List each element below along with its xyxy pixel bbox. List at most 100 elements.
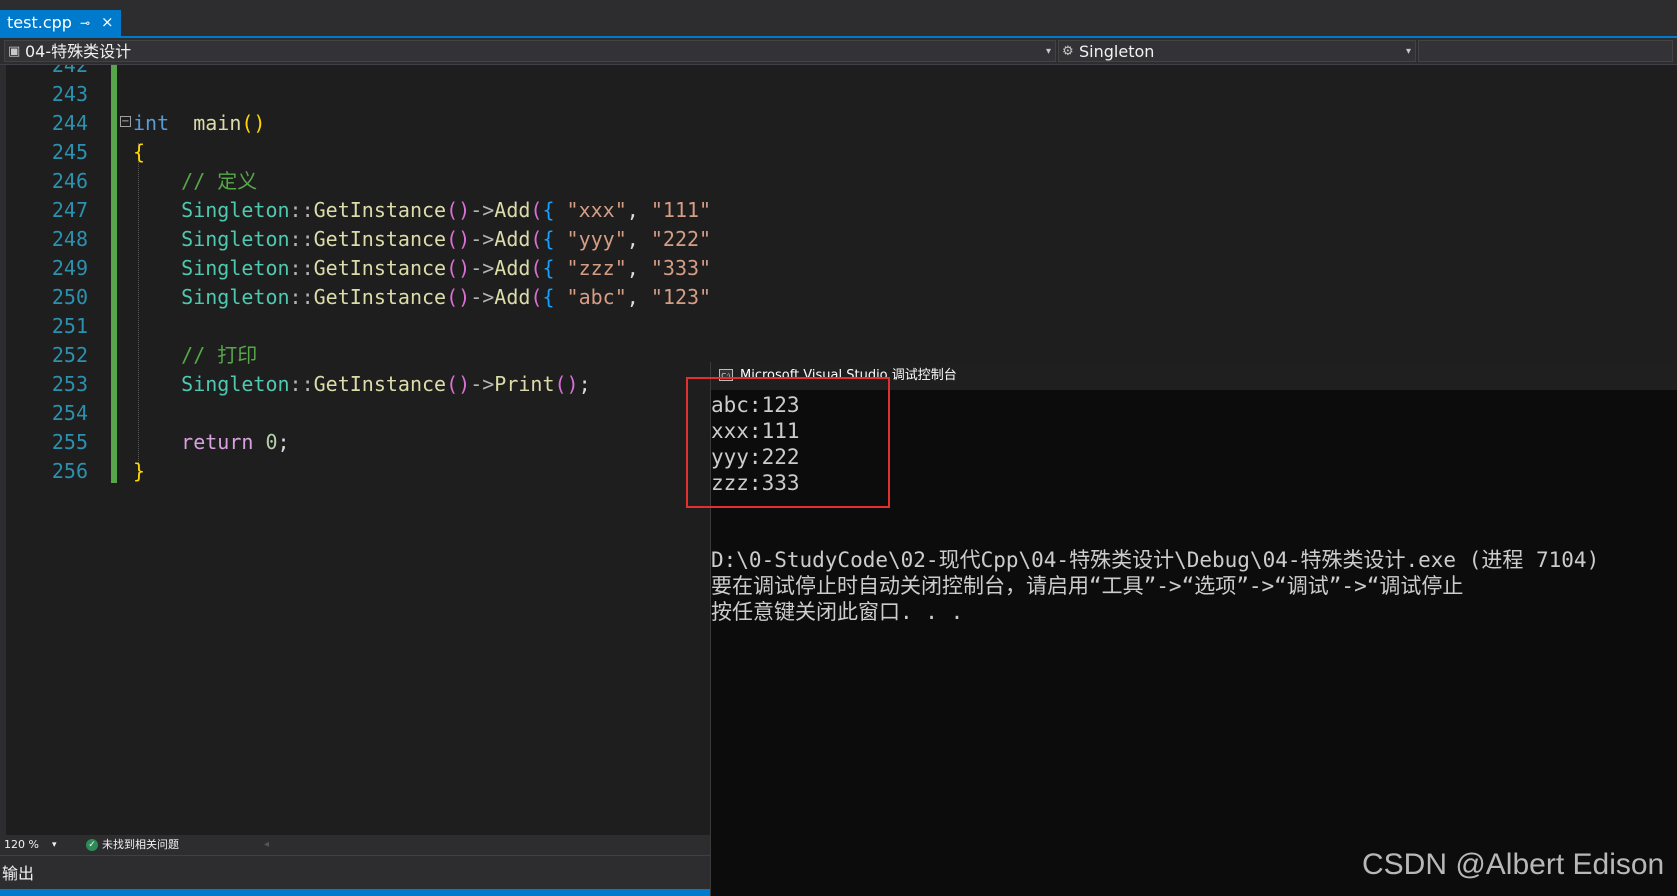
code-token: main <box>193 111 242 135</box>
line-number: 254 <box>51 401 88 425</box>
pin-icon[interactable]: ⊸ <box>80 10 90 36</box>
code-line[interactable]: } <box>133 457 145 486</box>
code-token: "222" <box>650 227 710 251</box>
code-token: Add <box>494 285 531 309</box>
code-line[interactable]: int main() <box>133 109 265 138</box>
member-dropdown[interactable] <box>1418 40 1673 62</box>
code-token: ( <box>530 256 543 280</box>
close-icon[interactable]: × <box>101 9 114 35</box>
check-circle-icon: ✓ <box>86 839 98 851</box>
code-token: () <box>446 227 471 251</box>
code-token: Singleton <box>181 198 290 222</box>
code-token: // 定义 <box>133 169 258 193</box>
code-token: :: <box>289 227 314 251</box>
line-number: 250 <box>51 285 88 309</box>
code-token: , <box>626 256 651 280</box>
line-number: 252 <box>51 343 88 367</box>
line-number: 255 <box>51 430 88 454</box>
code-token: "333" <box>650 256 710 280</box>
code-token: GetInstance <box>313 227 447 251</box>
project-name: 04-特殊类设计 <box>25 42 132 61</box>
code-line[interactable]: // 打印 <box>133 341 257 370</box>
line-number: 256 <box>51 459 88 483</box>
tab-test-cpp[interactable]: test.cpp ⊸ × <box>0 10 121 36</box>
scope-name: Singleton <box>1079 42 1155 61</box>
code-line[interactable]: { <box>133 138 145 167</box>
line-number: 246 <box>51 169 88 193</box>
tab-output[interactable]: 输出 <box>2 860 34 884</box>
code-token: :: <box>289 285 314 309</box>
code-token: "yyy" <box>566 227 627 251</box>
code-token: GetInstance <box>313 372 447 396</box>
line-number: 253 <box>51 372 88 396</box>
console-exit-message: D:\0-StudyCode\02-现代Cpp\04-特殊类设计\Debug\0… <box>711 548 1600 572</box>
editor-margin <box>0 65 6 835</box>
code-token: } <box>133 459 146 483</box>
code-token: :: <box>289 198 314 222</box>
code-token: // 打印 <box>133 343 258 367</box>
chevron-down-icon: ▾ <box>1045 46 1051 57</box>
project-dropdown[interactable]: ▣ 04-特殊类设计 ▾ <box>4 40 1056 62</box>
editor-status-bar: 120 % ▾ ✓ 未找到相关问题 ◂ <box>0 835 710 855</box>
chevron-down-icon[interactable]: ▾ <box>52 835 57 855</box>
code-line[interactable]: Singleton::GetInstance()->Add({ "zzz", "… <box>133 254 710 283</box>
code-token: () <box>446 198 471 222</box>
code-token: 0 <box>265 430 278 454</box>
code-token: Singleton <box>181 285 290 309</box>
code-editor[interactable]: 242 − 243 244 int main() 245{246 // 定义 247 S… <box>0 65 710 835</box>
issues-status[interactable]: 未找到相关问题 <box>102 835 179 855</box>
code-line[interactable]: return 0; <box>133 428 290 457</box>
code-token: "123" <box>650 285 710 309</box>
code-token: { <box>133 140 146 164</box>
console-hint-line: 要在调试停止时自动关闭控制台，请启用“工具”->“选项”->“调试”->“调试停… <box>711 574 1464 598</box>
code-token: ( <box>530 198 543 222</box>
chevron-down-icon: ▾ <box>1405 46 1411 57</box>
code-token: ; <box>277 430 290 454</box>
navigation-bar: ▣ 04-特殊类设计 ▾ ⚙ Singleton ▾ <box>0 38 1677 65</box>
scroll-left-icon[interactable]: ◂ <box>264 835 269 855</box>
code-token: , <box>626 198 651 222</box>
zoom-level[interactable]: 120 % <box>4 835 39 855</box>
code-token: , <box>626 285 651 309</box>
code-token: ( <box>530 227 543 251</box>
scope-dropdown[interactable]: ⚙ Singleton ▾ <box>1058 40 1416 62</box>
code-token: { <box>542 198 567 222</box>
code-token: -> <box>470 198 495 222</box>
code-token: () <box>554 372 579 396</box>
code-line[interactable]: Singleton::GetInstance()->Add({ "xxx", "… <box>133 196 710 225</box>
document-tab-bar: test.cpp ⊸ × <box>0 0 1677 36</box>
code-line[interactable]: Singleton::GetInstance()->Add({ "abc", "… <box>133 283 710 312</box>
code-token: GetInstance <box>313 256 447 280</box>
code-token: () <box>446 372 471 396</box>
code-line[interactable]: Singleton::GetInstance()->Print(); <box>133 370 591 399</box>
code-token: () <box>446 285 471 309</box>
code-token: { <box>542 285 567 309</box>
code-token: () <box>241 111 266 135</box>
code-token: { <box>542 256 567 280</box>
code-token: ; <box>578 372 591 396</box>
code-token: Singleton <box>181 256 290 280</box>
code-token: -> <box>470 285 495 309</box>
code-token: "111" <box>650 198 710 222</box>
code-line[interactable]: // 定义 <box>133 167 257 196</box>
line-number: 249 <box>51 256 88 280</box>
collapse-icon[interactable]: − <box>120 116 131 127</box>
class-icon: ⚙ <box>1062 44 1074 59</box>
code-token: Add <box>494 256 531 280</box>
line-number: 242 <box>51 65 88 77</box>
output-highlight-box <box>686 377 890 508</box>
code-token: int <box>133 111 170 135</box>
code-token: -> <box>470 256 495 280</box>
code-token: -> <box>470 372 495 396</box>
code-token: { <box>542 227 567 251</box>
project-icon: ▣ <box>8 44 21 59</box>
code-line[interactable]: Singleton::GetInstance()->Add({ "yyy", "… <box>133 225 710 254</box>
line-number: 248 <box>51 227 88 251</box>
line-number: 245 <box>51 140 88 164</box>
code-token: Singleton <box>181 227 290 251</box>
